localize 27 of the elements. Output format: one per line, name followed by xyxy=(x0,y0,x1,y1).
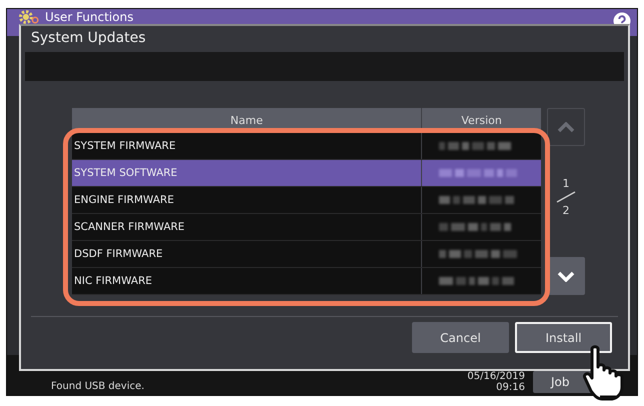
table-row[interactable]: SCANNER FIRMWARE xyxy=(72,214,541,241)
chevron-up-icon xyxy=(557,122,575,132)
total-pages: 2 xyxy=(562,204,570,216)
dialog-button[interactable]: Cancel xyxy=(412,322,509,353)
firmware-name: SCANNER FIRMWARE xyxy=(73,220,186,235)
status-date: 05/16/2019 xyxy=(467,371,525,382)
firmware-name: SYSTEM FIRMWARE xyxy=(73,139,177,154)
chevron-down-icon xyxy=(557,270,575,282)
dialog-button[interactable]: Install xyxy=(515,322,612,353)
app-title: User Functions xyxy=(45,10,134,24)
firmware-name: SYSTEM SOFTWARE xyxy=(73,166,178,181)
firmware-name: NIC FIRMWARE xyxy=(73,274,154,289)
table-row[interactable]: SYSTEM SOFTWARE xyxy=(72,160,541,187)
table-row[interactable]: ENGINE FIRMWARE xyxy=(72,187,541,214)
table-row[interactable]: NIC FIRMWARE xyxy=(72,268,541,295)
table-row[interactable]: DSDF FIRMWARE xyxy=(72,241,541,268)
scroll-down-button[interactable] xyxy=(547,257,585,295)
table-row[interactable]: SYSTEM FIRMWARE xyxy=(72,133,541,160)
dialog-title: System Updates xyxy=(30,29,147,48)
gear-icon xyxy=(19,10,39,24)
column-header: Name xyxy=(229,113,264,129)
current-page: 1 xyxy=(562,176,570,190)
status-message: Found USB device. xyxy=(51,381,146,392)
firmware-name: ENGINE FIRMWARE xyxy=(73,193,175,208)
status-time: 09:16 xyxy=(496,382,525,393)
slash-divider xyxy=(556,190,576,202)
firmware-name: DSDF FIRMWARE xyxy=(73,247,164,262)
